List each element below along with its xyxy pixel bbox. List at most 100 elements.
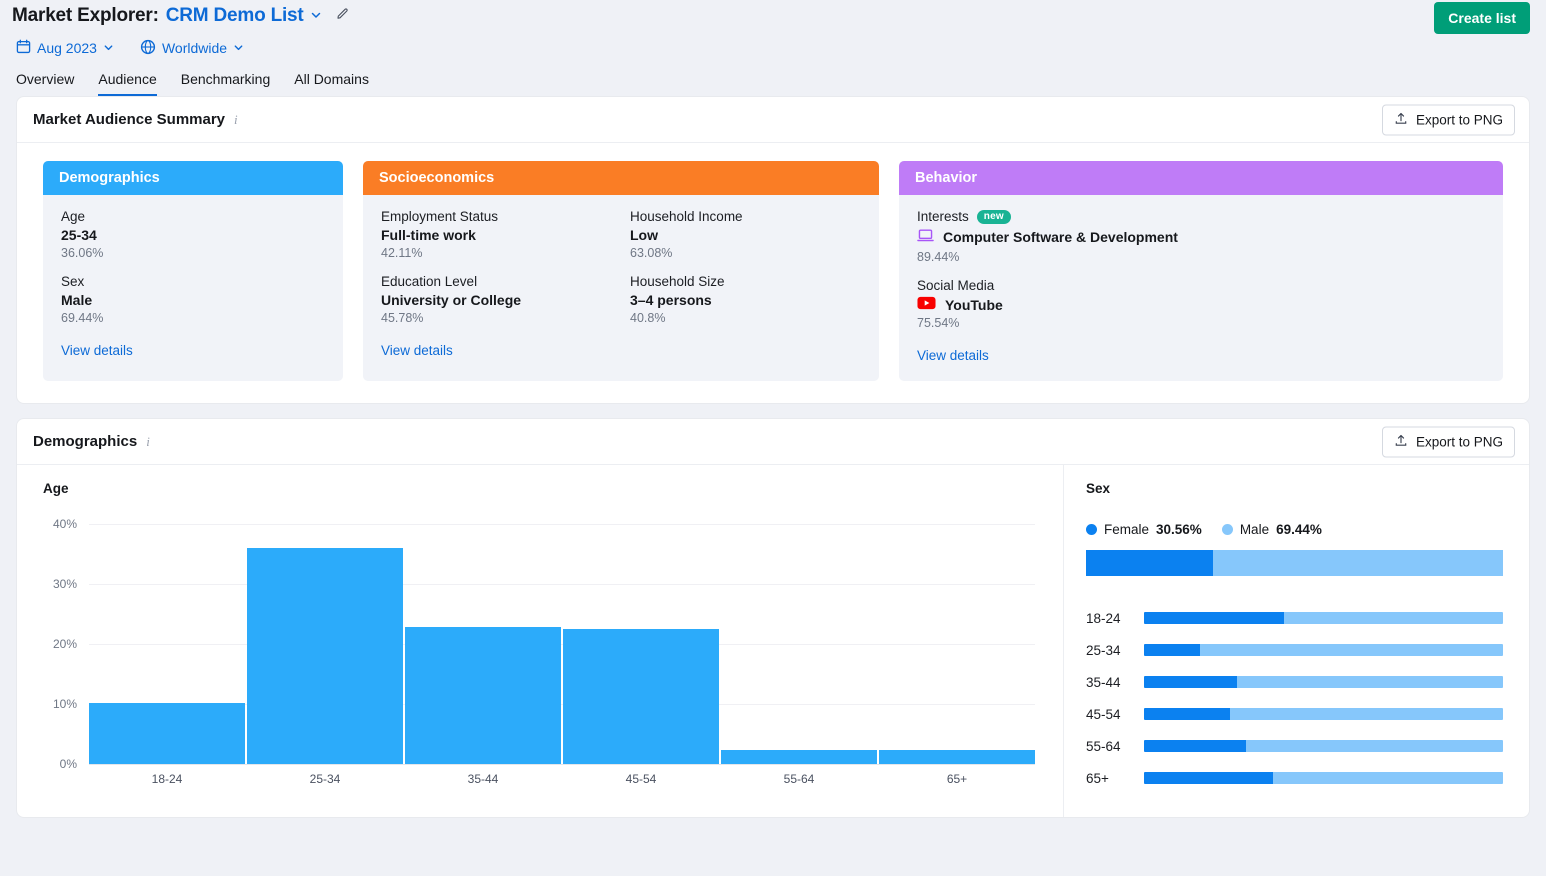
age-bar-male xyxy=(1237,676,1503,688)
age-bar-male xyxy=(1199,644,1503,656)
demographics-body: Age 0% 10% 20% 30% 40% 18-24 25-34 35-44 45-54 55… xyxy=(17,465,1529,817)
export-label: Export to PNG xyxy=(1415,434,1503,449)
age-chart-plot: 0% 10% 20% 30% 40% 18-24 25-34 35-44 45-54 55-64 6… xyxy=(31,517,1045,786)
sex-legend: Female 30.56% Male 69.44% xyxy=(1086,522,1503,537)
demographics-panel-title: Demographics xyxy=(33,433,138,450)
y-axis-tick: 10% xyxy=(52,697,77,711)
chevron-down-icon xyxy=(103,40,114,56)
age-row-bar[interactable] xyxy=(1144,676,1503,688)
x-axis-tick: 55-64 xyxy=(783,772,815,786)
age-row-bar[interactable] xyxy=(1144,772,1503,784)
summary-panel-header: Market Audience Summary i Export to PNG xyxy=(17,97,1529,143)
tab-benchmarking[interactable]: Benchmarking xyxy=(181,71,271,96)
filter-row: Aug 2023 Worldwide xyxy=(12,37,1522,59)
metric-interests: Interests new Computer Software & Develo… xyxy=(917,209,1485,264)
metric-percent: 45.78% xyxy=(381,311,424,325)
metric-label: Sex xyxy=(61,274,85,289)
age-row: 35-44 xyxy=(1086,666,1503,698)
info-icon[interactable]: i xyxy=(146,434,150,450)
card-socioeconomics-body: Employment Status Full-time work 42.11% … xyxy=(363,195,879,381)
info-icon[interactable]: i xyxy=(234,112,238,128)
age-row-bar[interactable] xyxy=(1144,612,1503,624)
bar-column[interactable] xyxy=(405,524,561,764)
age-bar-male xyxy=(1246,740,1503,752)
age-row-label: 45-54 xyxy=(1086,706,1121,722)
location-filter[interactable]: Worldwide xyxy=(140,39,244,58)
summary-panel-title: Market Audience Summary xyxy=(33,111,226,128)
bar[interactable] xyxy=(563,629,719,764)
export-to-png-button-demographics[interactable]: Export to PNG xyxy=(1381,426,1515,457)
card-behavior: Behavior Interests new Computer Software… xyxy=(899,161,1503,381)
x-axis-tick: 25-34 xyxy=(309,772,341,786)
card-behavior-heading: Behavior xyxy=(899,161,1503,195)
legend-female: Female 30.56% xyxy=(1086,522,1202,537)
export-to-png-button-summary[interactable]: Export to PNG xyxy=(1381,104,1515,135)
metric-social-media: Social Media YouTube 75.54% xyxy=(917,278,1485,330)
demographics-panel: Demographics i Export to PNG Age 0% 10% 20… xyxy=(16,418,1530,818)
bar-column[interactable] xyxy=(563,524,719,764)
view-details-behavior[interactable]: View details xyxy=(917,348,989,363)
bar-series xyxy=(89,524,1035,764)
summary-cards: Demographics Age 25-34 36.06% Sex Male 6… xyxy=(17,143,1529,403)
metric-value: Computer Software & Development xyxy=(943,229,1178,245)
metric-household-income: Household Income Low 63.08% xyxy=(630,209,861,260)
export-label: Export to PNG xyxy=(1415,112,1503,127)
youtube-icon xyxy=(917,296,936,313)
y-axis-tick: 40% xyxy=(52,517,77,531)
metric-label: Household Income xyxy=(630,209,743,224)
tab-audience[interactable]: Audience xyxy=(98,71,157,96)
create-list-button[interactable]: Create list xyxy=(1434,2,1530,34)
bar-column[interactable] xyxy=(721,524,877,764)
metric-value: Full-time work xyxy=(381,227,476,243)
metric-value: Low xyxy=(630,227,658,243)
split-male xyxy=(1213,550,1503,576)
metric-employment-status: Employment Status Full-time work 42.11% xyxy=(381,209,612,260)
date-filter[interactable]: Aug 2023 xyxy=(16,39,114,57)
age-row-bar[interactable] xyxy=(1144,740,1503,752)
metric-value: 3–4 persons xyxy=(630,292,712,308)
age-bar-male xyxy=(1230,708,1503,720)
age-bar-female xyxy=(1144,708,1231,720)
age-row-label: 55-64 xyxy=(1086,738,1121,754)
metric-percent: 69.44% xyxy=(61,311,104,325)
bar-column[interactable] xyxy=(879,524,1035,764)
bar[interactable] xyxy=(879,749,1035,764)
tab-overview[interactable]: Overview xyxy=(16,71,74,96)
page-title-static: Market Explorer: xyxy=(12,5,159,26)
x-axis-tick: 65+ xyxy=(946,772,968,786)
bar-column[interactable] xyxy=(247,524,403,764)
y-axis-tick: 30% xyxy=(52,577,77,591)
metric-age: Age 25-34 36.06% xyxy=(61,209,325,260)
x-axis-tick: 18-24 xyxy=(151,772,183,786)
age-bar-female xyxy=(1144,772,1274,784)
bar[interactable] xyxy=(721,749,877,764)
chevron-down-icon xyxy=(233,40,244,56)
metric-percent: 42.11% xyxy=(381,246,423,260)
tab-all-domains[interactable]: All Domains xyxy=(294,71,369,96)
demographics-panel-header: Demographics i Export to PNG xyxy=(17,419,1529,465)
card-demographics-heading: Demographics xyxy=(43,161,343,195)
metric-value-row: YouTube xyxy=(917,296,1485,313)
metric-label: Age xyxy=(61,209,86,224)
age-row-bar[interactable] xyxy=(1144,644,1503,656)
legend-value: 69.44% xyxy=(1276,522,1322,537)
legend-name: Female xyxy=(1104,522,1150,537)
view-details-socioeconomics[interactable]: View details xyxy=(381,343,453,358)
market-audience-summary-panel: Market Audience Summary i Export to PNG … xyxy=(16,96,1530,404)
age-bar-female xyxy=(1144,676,1238,688)
sex-chart: Sex Female 30.56% Male 69.44% 18-24 25-34… xyxy=(1063,465,1529,817)
legend-value: 30.56% xyxy=(1156,522,1202,537)
calendar-icon xyxy=(16,39,31,57)
bar[interactable] xyxy=(89,703,245,764)
pencil-icon[interactable] xyxy=(335,6,351,27)
chevron-down-icon[interactable] xyxy=(310,9,322,23)
metric-value: Male xyxy=(61,292,93,308)
market-list-link[interactable]: CRM Demo List xyxy=(166,5,304,27)
bar[interactable] xyxy=(405,627,561,764)
bar-column[interactable] xyxy=(89,524,245,764)
bar[interactable] xyxy=(247,547,403,764)
view-details-demographics[interactable]: View details xyxy=(61,343,133,358)
age-row-bar[interactable] xyxy=(1144,708,1503,720)
split-female xyxy=(1086,550,1214,576)
age-row-label: 35-44 xyxy=(1086,674,1121,690)
